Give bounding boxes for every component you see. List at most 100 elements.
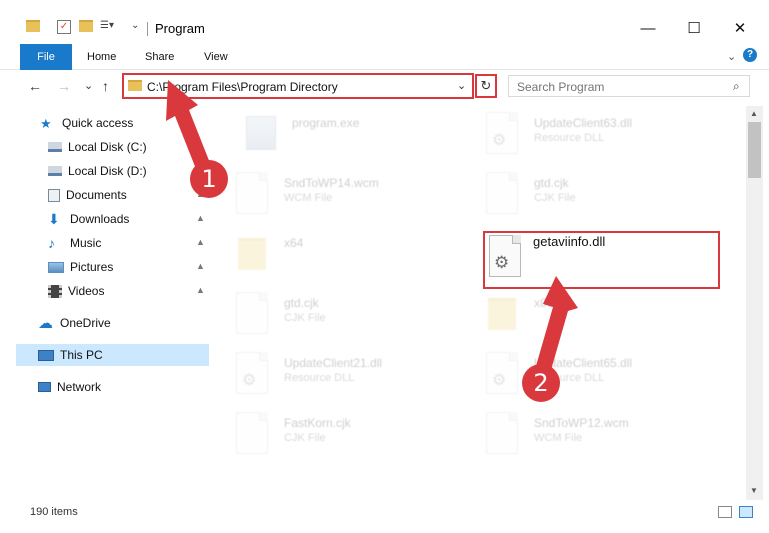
sidebar-item-onedrive[interactable]: ☁ OneDrive: [38, 312, 198, 334]
folder-icon: [238, 238, 266, 270]
folder-icon: [488, 298, 516, 330]
back-button[interactable]: ←: [28, 78, 42, 94]
search-icon[interactable]: ⌕: [733, 79, 740, 94]
sidebar-item-label: Downloads: [70, 212, 130, 226]
chevron-down-icon[interactable]: ⌄: [457, 79, 466, 92]
customize-toolbar-icon[interactable]: ☰▾: [100, 20, 124, 32]
file-item[interactable]: SndToWP14.wcm WCM File: [228, 172, 453, 228]
file-name: x86: [534, 296, 554, 310]
scroll-thumb[interactable]: [748, 122, 761, 178]
window-title: Program: [155, 21, 205, 36]
cloud-icon: ☁: [38, 314, 53, 332]
sidebar-item-documents[interactable]: Documents: [48, 184, 198, 206]
search-box[interactable]: ⌕: [508, 75, 750, 97]
sidebar-item-local-disk-c[interactable]: Local Disk (C:): [48, 136, 198, 158]
callout-badge-2: 2: [522, 364, 560, 402]
refresh-button[interactable]: ↻: [475, 74, 497, 98]
large-icons-view-icon[interactable]: [739, 506, 753, 518]
details-view-icon[interactable]: [718, 506, 732, 518]
file-item[interactable]: x64: [228, 232, 453, 288]
sidebar-item-label: Documents: [66, 188, 127, 202]
expand-ribbon-icon[interactable]: ⌄: [727, 50, 736, 63]
scroll-up-icon[interactable]: ▲: [750, 109, 758, 118]
highlighted-file-name[interactable]: getaviinfo.dll: [533, 234, 605, 249]
sidebar-item-label: Local Disk (C:): [68, 140, 147, 154]
sidebar-item-this-pc[interactable]: This PC: [16, 344, 209, 366]
file-icon: [486, 412, 518, 454]
file-item[interactable]: ⚙ UpdateClient65.dll Resource DLL: [478, 352, 703, 408]
folder-icon: [26, 20, 40, 32]
file-item[interactable]: FastKorn.cjk CJK File: [228, 412, 453, 468]
sidebar-item-network[interactable]: Network: [38, 376, 198, 398]
properties-icon[interactable]: ✓: [57, 20, 71, 34]
file-item[interactable]: x86: [478, 292, 703, 348]
address-path[interactable]: C:\Program Files\Program Directory: [147, 80, 338, 94]
search-input[interactable]: [517, 79, 727, 95]
tab-file[interactable]: File: [20, 44, 72, 70]
up-button[interactable]: ↑: [102, 78, 109, 94]
folder-icon: [128, 80, 142, 91]
star-icon: ★: [40, 115, 52, 131]
file-name: x64: [284, 236, 304, 250]
gear-icon: ⚙: [242, 372, 257, 389]
file-type: Resource DLL: [284, 372, 355, 384]
file-name: gtd.cjk: [534, 176, 569, 190]
pin-icon: ▲: [196, 213, 205, 223]
forward-button[interactable]: →: [57, 78, 71, 94]
maximize-button[interactable]: ☐: [671, 16, 717, 40]
close-button[interactable]: ✕: [717, 16, 763, 40]
gear-icon: ⚙: [492, 132, 507, 149]
chevron-down-icon[interactable]: ⌄: [131, 20, 139, 31]
file-name: FastKorn.cjk: [284, 416, 351, 430]
drive-icon: [48, 166, 62, 176]
downloads-icon: ⬇: [48, 210, 60, 227]
status-bar: 190 items: [0, 500, 769, 533]
file-item[interactable]: ⚙ UpdateClient63.dll Resource DLL: [478, 112, 703, 168]
minimize-button[interactable]: —: [625, 16, 671, 40]
music-icon: ♪: [48, 234, 55, 251]
sidebar-item-label: Music: [70, 236, 102, 250]
recent-locations-button[interactable]: ⌄: [84, 79, 93, 92]
gear-icon: ⚙: [492, 372, 507, 389]
navigation-pane: ★ Quick access Local Disk (C:) ▲ Local D…: [0, 108, 210, 500]
file-name: program.exe: [292, 116, 360, 130]
item-count: 190 items: [30, 506, 78, 518]
sidebar-item-videos[interactable]: Videos: [48, 280, 198, 302]
file-item[interactable]: SndToWP12.wcm WCM File: [478, 412, 703, 468]
pin-icon: ▲: [196, 261, 205, 271]
sidebar-item-label: OneDrive: [60, 316, 111, 330]
sidebar-item-quick-access[interactable]: ★ Quick access: [40, 112, 200, 134]
file-type: Resource DLL: [534, 132, 605, 144]
file-item[interactable]: ⚙ UpdateClient21.dll Resource DLL: [228, 352, 453, 408]
file-name: UpdateClient63.dll: [534, 116, 633, 130]
sidebar-item-local-disk-d[interactable]: Local Disk (D:): [48, 160, 198, 182]
file-type: WCM File: [534, 432, 583, 444]
file-item[interactable]: gtd.cjk CJK File: [228, 292, 453, 348]
sidebar-item-pictures[interactable]: Pictures: [48, 256, 198, 278]
pin-icon: ▲: [196, 237, 205, 247]
vertical-scrollbar[interactable]: ▲ ▼: [746, 106, 763, 500]
sidebar-item-downloads[interactable]: ⬇ Downloads: [48, 208, 198, 230]
new-folder-icon[interactable]: [79, 20, 93, 32]
tab-view[interactable]: View: [204, 51, 228, 63]
sidebar-item-music[interactable]: ♪ Music: [48, 232, 198, 254]
exe-icon: [246, 116, 276, 150]
sidebar-item-label: Local Disk (D:): [68, 164, 147, 178]
documents-icon: [48, 188, 60, 202]
tab-share[interactable]: Share: [145, 51, 174, 63]
pin-icon: ▲: [196, 141, 205, 151]
drive-icon: [48, 142, 62, 152]
file-name: UpdateClient21.dll: [284, 356, 383, 370]
address-bar[interactable]: C:\Program Files\Program Directory ⌄: [122, 73, 474, 99]
help-icon[interactable]: ?: [743, 48, 757, 62]
title-bar: ✓ ☰▾ ⌄ Program — ☐ ✕: [0, 0, 769, 44]
callout-badge-1: 1: [190, 160, 228, 198]
sidebar-item-label: Pictures: [70, 260, 114, 274]
sidebar-item-label: Quick access: [62, 116, 134, 130]
file-item[interactable]: gtd.cjk CJK File: [478, 172, 703, 228]
file-item[interactable]: program.exe: [236, 112, 461, 168]
file-name: SndToWP12.wcm: [534, 416, 629, 430]
file-icon: [486, 172, 518, 214]
tab-home[interactable]: Home: [87, 51, 116, 63]
scroll-down-icon[interactable]: ▼: [750, 486, 758, 495]
